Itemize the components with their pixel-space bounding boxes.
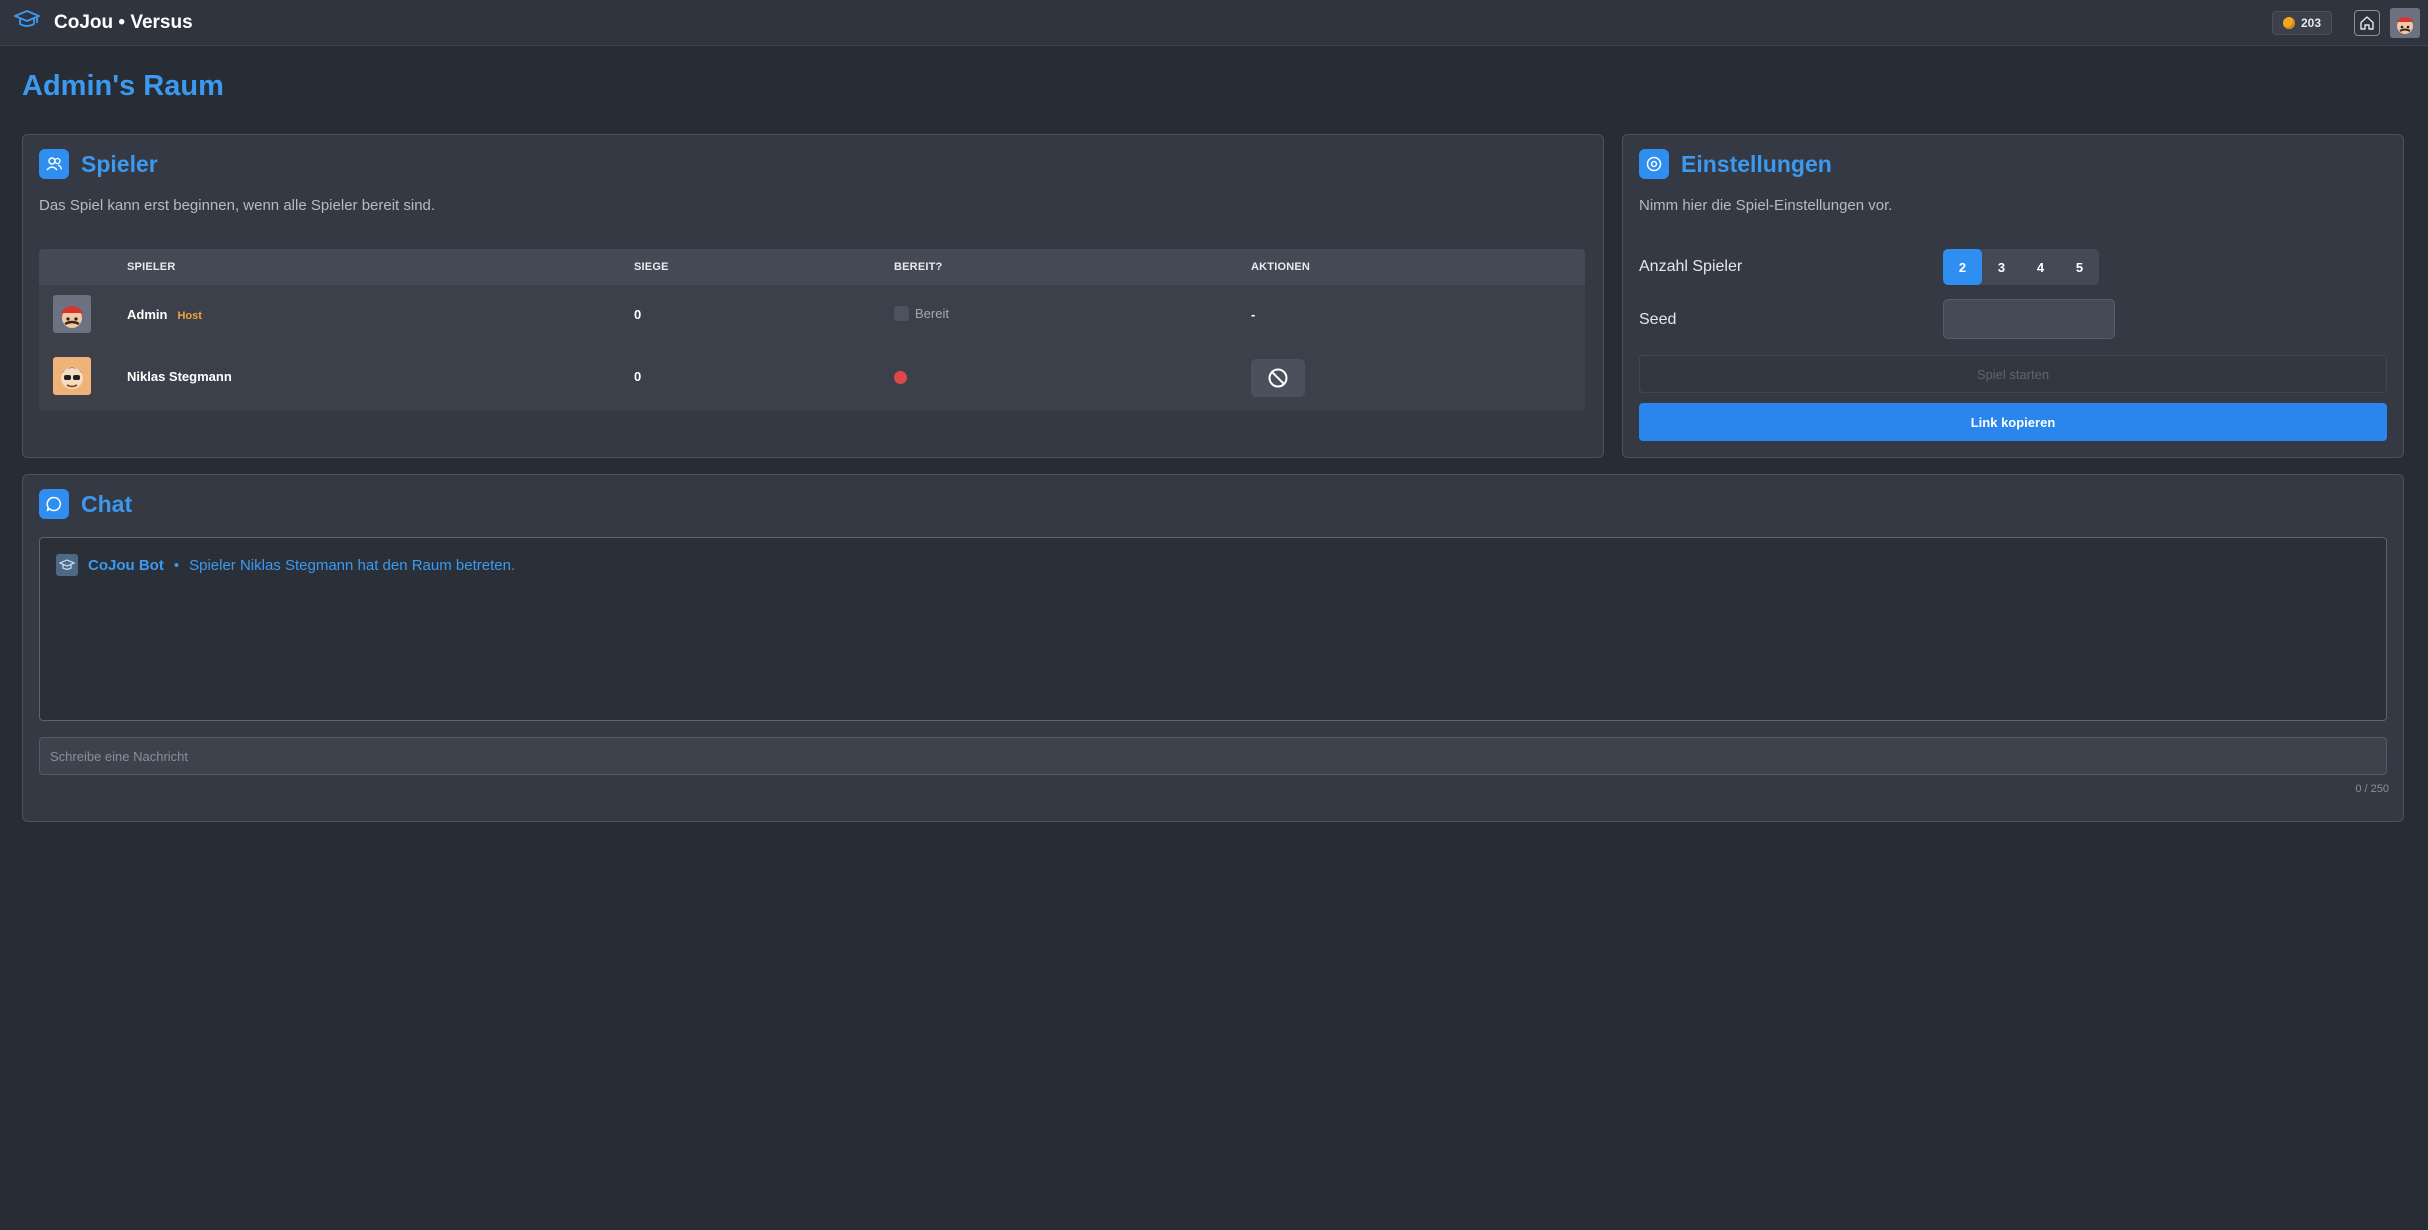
player-count-selector: 2 3 4 5 [1943, 249, 2099, 285]
kick-player-button[interactable] [1251, 359, 1305, 397]
player-action: - [1251, 307, 1256, 322]
player-wins: 0 [634, 307, 642, 322]
chat-panel: Chat CoJou Bot • Spieler Niklas Stegmann… [22, 474, 2404, 822]
player-count-label: Anzahl Spieler [1639, 258, 1743, 275]
char-counter: 0 / 250 [2355, 783, 2389, 795]
column-header-wins: SIEGE [634, 261, 669, 273]
brand[interactable]: CoJou • Versus [14, 9, 193, 36]
player-wins: 0 [634, 369, 642, 384]
settings-description: Nimm hier die Spiel-Einstellungen vor. [1639, 197, 1893, 214]
seed-label: Seed [1639, 311, 1677, 328]
start-game-button[interactable]: Spiel starten [1639, 355, 2387, 393]
players-table: SPIELER SIEGE BEREIT? AKTIONEN Admin Host [39, 249, 1585, 411]
seed-input[interactable] [1943, 299, 2115, 339]
settings-title: Einstellungen [1681, 150, 1832, 177]
avatar [53, 357, 91, 395]
settings-panel: Einstellungen Nimm hier die Spiel-Einste… [1622, 134, 2404, 458]
players-description: Das Spiel kann erst beginnen, wenn alle … [39, 197, 436, 214]
host-badge: Host [177, 310, 202, 322]
coin-balance[interactable]: 203 [2271, 11, 2332, 35]
app-title: CoJou • Versus [54, 11, 193, 33]
table-row: Admin Host 0 Bereit - [39, 285, 1585, 347]
player-name: Niklas Stegmann [127, 369, 232, 384]
players-title: Spieler [81, 150, 158, 177]
chat-messages: CoJou Bot • Spieler Niklas Stegmann hat … [39, 537, 2387, 721]
home-icon [2360, 16, 2374, 30]
message-sender: CoJou Bot [88, 556, 164, 574]
player-count-option-3[interactable]: 3 [1982, 249, 2021, 285]
copy-link-button[interactable]: Link kopieren [1639, 403, 2387, 441]
top-bar: CoJou • Versus 203 [0, 0, 2428, 46]
graduation-cap-icon [14, 9, 40, 36]
player-name: Admin [127, 307, 168, 322]
chat-title: Chat [81, 490, 133, 517]
coin-count: 203 [2300, 16, 2321, 30]
column-header-actions: AKTIONEN [1251, 261, 1311, 273]
user-avatar[interactable] [2390, 8, 2420, 38]
table-header: SPIELER SIEGE BEREIT? AKTIONEN [39, 249, 1585, 285]
ready-toggle[interactable]: Bereit [894, 305, 949, 322]
home-button[interactable] [2354, 10, 2380, 36]
users-icon [39, 149, 69, 179]
ban-icon [1268, 368, 1288, 388]
ready-label: Bereit [915, 306, 949, 322]
ready-checkbox[interactable] [894, 306, 909, 322]
table-row: Niklas Stegmann 0 [39, 347, 1585, 409]
status-dot [894, 371, 907, 384]
column-header-ready: BEREIT? [894, 261, 943, 273]
player-count-option-4[interactable]: 4 [2021, 249, 2060, 285]
not-ready-indicator [894, 371, 907, 384]
bot-icon [56, 554, 78, 576]
message-separator: • [173, 556, 180, 574]
chat-message: CoJou Bot • Spieler Niklas Stegmann hat … [56, 554, 515, 576]
column-header-player: SPIELER [127, 261, 176, 273]
players-panel: Spieler Das Spiel kann erst beginnen, we… [22, 134, 1604, 458]
chat-icon [39, 489, 69, 519]
page-title: Admin's Raum [22, 70, 224, 102]
settings-icon [1639, 149, 1669, 179]
player-count-option-2[interactable]: 2 [1943, 249, 1982, 285]
coin-icon [2282, 17, 2295, 29]
player-count-option-5[interactable]: 5 [2060, 249, 2099, 285]
avatar [53, 295, 91, 333]
chat-input[interactable] [39, 737, 2387, 775]
message-text: Spieler Niklas Stegmann hat den Raum bet… [189, 556, 516, 574]
